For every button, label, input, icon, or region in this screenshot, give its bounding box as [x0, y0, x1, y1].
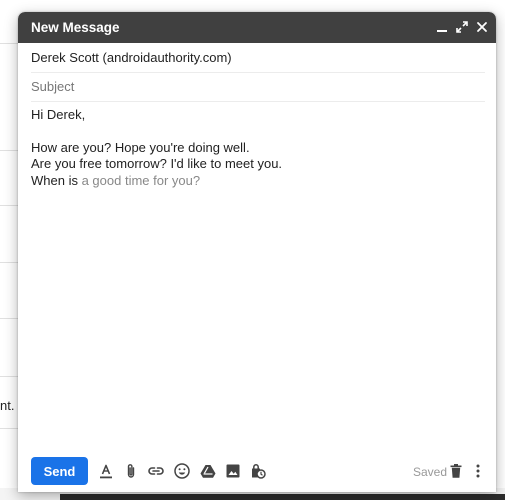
body-line: Are you free tomorrow? I'd like to meet …	[31, 156, 283, 171]
saved-status: Saved	[413, 465, 448, 479]
format-text-icon[interactable]	[97, 462, 115, 480]
compose-window: New Message Derek Scott (androidauthorit…	[18, 12, 496, 492]
subject-field[interactable]: Subject	[31, 72, 485, 102]
message-body[interactable]: Hi Derek, How are you? Hope you're doing…	[31, 107, 485, 189]
expand-icon[interactable]	[454, 19, 470, 35]
minimize-icon[interactable]	[434, 19, 450, 35]
compose-header: New Message	[18, 12, 496, 43]
confidential-icon[interactable]	[249, 462, 267, 480]
drive-icon[interactable]	[199, 462, 217, 480]
trash-icon[interactable]	[447, 462, 465, 480]
photo-icon[interactable]	[224, 462, 242, 480]
body-line: How are you? Hope you're doing well.	[31, 139, 250, 155]
body-greeting: Hi Derek,	[31, 107, 86, 122]
compose-footer: Send Saved	[18, 456, 496, 486]
attach-icon[interactable]	[122, 462, 140, 480]
background-divider	[0, 376, 18, 377]
background-bottom-bar	[60, 494, 505, 500]
smart-compose-suggestion: a good time for you?	[77, 172, 201, 188]
background-divider	[0, 43, 18, 44]
emoji-icon[interactable]	[173, 462, 191, 480]
body-line: When is a good time for you?	[31, 173, 485, 190]
close-icon[interactable]	[474, 19, 490, 35]
background-divider	[0, 205, 18, 206]
background-divider	[0, 428, 18, 429]
background-text-fragment: nt. G	[0, 398, 18, 413]
typed-text: When is	[31, 172, 78, 188]
background-divider	[0, 262, 18, 263]
more-options-icon[interactable]	[469, 462, 487, 480]
send-button[interactable]: Send	[31, 457, 88, 485]
recipient-field[interactable]: Derek Scott (androidauthority.com)	[31, 43, 485, 73]
link-icon[interactable]	[147, 462, 165, 480]
compose-title: New Message	[31, 20, 120, 35]
background-divider	[0, 318, 18, 319]
background-divider	[0, 150, 18, 151]
